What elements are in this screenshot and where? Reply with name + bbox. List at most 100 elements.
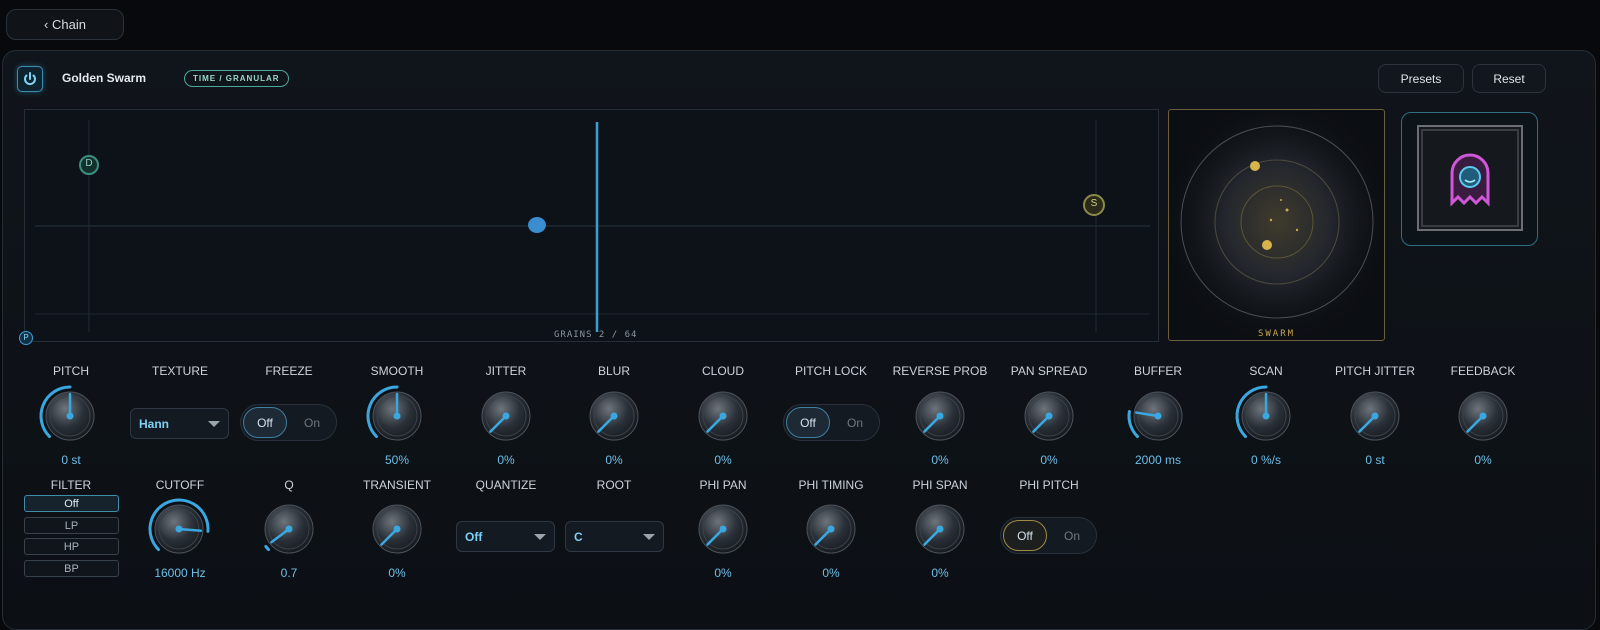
- marker-p-label: P: [23, 333, 29, 342]
- feedback-label: FEEDBACK: [1450, 364, 1516, 378]
- reverse-prob-value: 0%: [931, 453, 949, 467]
- jitter-knob[interactable]: [474, 384, 538, 448]
- phi-pitch-label: PHI PITCH: [1019, 478, 1079, 492]
- phi-timing-value: 0%: [822, 566, 840, 580]
- phi-span-value: 0%: [931, 566, 949, 580]
- marker-p[interactable]: P: [19, 331, 33, 345]
- pitch-knob[interactable]: [38, 384, 102, 448]
- freeze-toggle[interactable]: Off On: [240, 404, 337, 441]
- root-dropdown[interactable]: C: [565, 521, 664, 552]
- root-value: C: [574, 529, 583, 544]
- visualizer-canvas: [35, 120, 1150, 332]
- cutoff-knob[interactable]: [147, 497, 211, 561]
- filter-label: FILTER: [50, 478, 92, 492]
- chevron-down-icon: [643, 533, 655, 540]
- back-to-chain-button[interactable]: ‹ Chain: [6, 9, 124, 40]
- q-knob[interactable]: [257, 497, 321, 561]
- orbit-label: SWARM: [1257, 329, 1296, 339]
- transient-knob[interactable]: [365, 497, 429, 561]
- cutoff-value: 16000 Hz: [154, 566, 206, 580]
- pitch-jitter-label: PITCH JITTER: [1335, 364, 1415, 378]
- feedback-knob[interactable]: [1451, 384, 1515, 448]
- freeze-label: FREEZE: [265, 364, 313, 378]
- phi-pitch-toggle[interactable]: Off On: [1000, 517, 1097, 554]
- pitch-label: PITCH: [53, 364, 89, 378]
- pitch-lock-off-option[interactable]: Off: [786, 407, 830, 438]
- texture-dropdown[interactable]: Hann: [130, 408, 229, 439]
- phi-span-label: PHI SPAN: [912, 478, 968, 492]
- filter-bp-option[interactable]: BP: [24, 560, 119, 577]
- power-icon: [24, 72, 36, 85]
- transient-label: TRANSIENT: [362, 478, 431, 492]
- scan-label: SCAN: [1249, 364, 1283, 378]
- jitter-value: 0%: [497, 453, 515, 467]
- buffer-value: 2000 ms: [1134, 453, 1182, 467]
- phi-pitch-on-option[interactable]: On: [1050, 520, 1094, 551]
- orbit-canvas: [1169, 110, 1384, 340]
- freeze-off-option[interactable]: Off: [243, 407, 287, 438]
- reset-button[interactable]: Reset: [1472, 64, 1546, 93]
- phi-pan-value: 0%: [714, 566, 732, 580]
- presets-button[interactable]: Presets: [1378, 64, 1464, 93]
- buffer-label: BUFFER: [1134, 364, 1182, 378]
- phi-pan-label: PHI PAN: [699, 478, 747, 492]
- grain-visualizer[interactable]: D S GRAINS 2 / 64: [24, 109, 1159, 342]
- ghost-icon: [1421, 129, 1519, 227]
- plugin-title: Golden Swarm: [62, 71, 147, 85]
- cloud-knob[interactable]: [691, 384, 755, 448]
- avatar: [1417, 125, 1523, 231]
- pitch-jitter-knob[interactable]: [1343, 384, 1407, 448]
- grains-readout: GRAINS 2 / 64: [554, 330, 638, 340]
- swarm-orbit-display: SWARM: [1168, 109, 1385, 341]
- pitch-lock-on-option[interactable]: On: [833, 407, 877, 438]
- scan-value: 0 %/s: [1250, 453, 1281, 467]
- root-label: ROOT: [596, 478, 632, 492]
- chevron-down-icon: [534, 533, 546, 540]
- phi-timing-label: PHI TIMING: [798, 478, 864, 492]
- chevron-down-icon: [208, 420, 220, 427]
- quantize-dropdown[interactable]: Off: [456, 521, 555, 552]
- blur-label: BLUR: [597, 364, 630, 378]
- pan-spread-label: PAN SPREAD: [1010, 364, 1088, 378]
- scan-knob[interactable]: [1234, 384, 1298, 448]
- phi-pitch-off-option[interactable]: Off: [1003, 520, 1047, 551]
- texture-label: TEXTURE: [151, 364, 208, 378]
- avatar-frame: [1401, 112, 1538, 246]
- pitch-jitter-value: 0 st: [1365, 453, 1385, 467]
- reverse-prob-label: REVERSE PROB: [892, 364, 988, 378]
- texture-value: Hann: [139, 416, 169, 431]
- transient-value: 0%: [388, 566, 406, 580]
- blur-knob[interactable]: [582, 384, 646, 448]
- smooth-label: SMOOTH: [370, 364, 424, 378]
- q-value: 0.7: [280, 566, 298, 580]
- reverse-prob-knob[interactable]: [908, 384, 972, 448]
- pitch-lock-toggle[interactable]: Off On: [783, 404, 880, 441]
- cutoff-label: CUTOFF: [155, 478, 205, 492]
- quantize-value: Off: [465, 529, 483, 544]
- q-label: Q: [284, 478, 294, 492]
- smooth-value: 50%: [384, 453, 410, 467]
- buffer-knob[interactable]: [1126, 384, 1190, 448]
- phi-timing-knob[interactable]: [799, 497, 863, 561]
- freeze-on-option[interactable]: On: [290, 407, 334, 438]
- marker-d-label: D: [85, 158, 93, 169]
- feedback-value: 0%: [1474, 453, 1492, 467]
- pan-spread-knob[interactable]: [1017, 384, 1081, 448]
- blur-value: 0%: [605, 453, 623, 467]
- phi-pan-knob[interactable]: [691, 497, 755, 561]
- jitter-label: JITTER: [485, 364, 527, 378]
- category-badge: TIME / GRANULAR: [184, 70, 289, 87]
- filter-lp-option[interactable]: LP: [24, 517, 119, 534]
- smooth-knob[interactable]: [365, 384, 429, 448]
- marker-s-label: S: [1090, 198, 1098, 209]
- filter-hp-option[interactable]: HP: [24, 538, 119, 555]
- pan-spread-value: 0%: [1040, 453, 1058, 467]
- power-button[interactable]: [17, 66, 43, 92]
- pitch-value: 0 st: [61, 453, 81, 467]
- pitch-lock-label: PITCH LOCK: [794, 364, 867, 378]
- quantize-label: QUANTIZE: [475, 478, 537, 492]
- cloud-value: 0%: [714, 453, 732, 467]
- phi-span-knob[interactable]: [908, 497, 972, 561]
- filter-off-option[interactable]: Off: [24, 495, 119, 512]
- cloud-label: CLOUD: [701, 364, 744, 378]
